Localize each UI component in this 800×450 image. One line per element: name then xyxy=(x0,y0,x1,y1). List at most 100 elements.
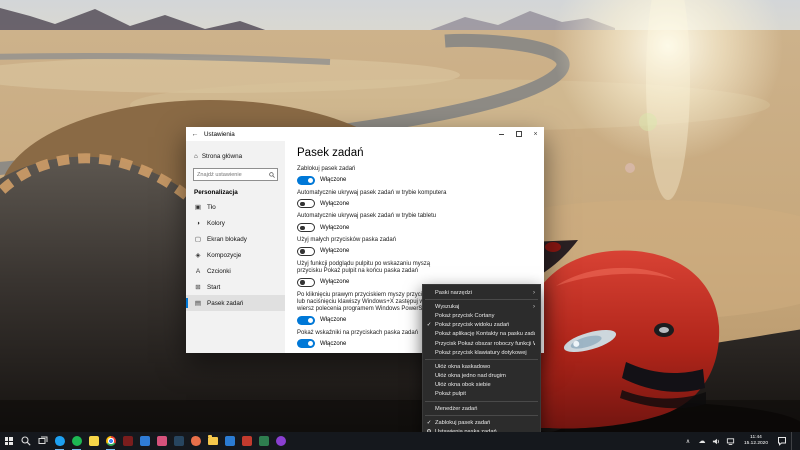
menu-item-check: ✓ xyxy=(426,322,432,329)
sidebar-item-icon: A xyxy=(195,267,201,275)
setting-row: Użyj funkcji podglądu pulpitu po wskazan… xyxy=(297,261,449,287)
toggle-switch[interactable] xyxy=(297,315,315,325)
file-explorer-icon xyxy=(207,435,218,445)
sidebar-item-home[interactable]: ⌂ Strona główna xyxy=(186,149,285,163)
menu-item-label: Ułóż okna jedno nad drugim xyxy=(435,373,506,380)
volume-icon[interactable] xyxy=(711,437,721,446)
context-menu-item[interactable]: Pokaż pulpit xyxy=(423,390,540,399)
pinned-app-app-orange[interactable] xyxy=(187,432,204,450)
toggle-state-label: Wyłączone xyxy=(320,279,350,286)
pinned-app-twitter[interactable] xyxy=(51,432,68,450)
context-menu-item[interactable]: Ułóż okna obok siebie xyxy=(423,381,540,390)
pinned-app-app-maroon[interactable] xyxy=(119,432,136,450)
menu-item-label: Wyszukaj xyxy=(435,303,460,310)
start-button[interactable] xyxy=(0,432,17,450)
submenu-arrow-icon: › xyxy=(533,303,535,310)
app-orange-icon xyxy=(190,436,201,446)
maximize-button[interactable] xyxy=(510,127,527,141)
menu-item-label: Pokaż pulpit xyxy=(435,391,466,398)
home-icon: ⌂ xyxy=(194,152,198,160)
menu-item-label: Pokaż przycisk klawiatury dotykowej xyxy=(435,349,527,356)
pinned-app-spotify[interactable] xyxy=(68,432,85,450)
sidebar-item-czcionki[interactable]: A Czcionki xyxy=(186,263,285,279)
pinned-app-sticky-notes[interactable] xyxy=(85,432,102,450)
minimize-button[interactable] xyxy=(493,127,510,141)
sidebar-item-icon: ▢ xyxy=(194,236,202,243)
toggle-state-label: Wyłączone xyxy=(320,248,350,255)
toggle-state-label: Włączone xyxy=(320,177,347,184)
action-center-button[interactable] xyxy=(777,436,787,446)
toggle-switch[interactable] xyxy=(297,223,315,233)
pinned-app-excel[interactable] xyxy=(255,432,272,450)
spotify-icon xyxy=(71,436,82,446)
context-menu-item[interactable]: Ułóż okna kaskadowo xyxy=(423,362,540,371)
sidebar-item-kolory[interactable]: ◑ Kolory xyxy=(186,215,285,231)
pinned-app-chrome[interactable] xyxy=(102,432,119,450)
toggle-switch[interactable] xyxy=(297,175,315,185)
menu-item-label: Ułóż okna kaskadowo xyxy=(435,363,491,370)
menu-separator xyxy=(425,401,538,403)
page-title: Pasek zadań xyxy=(297,147,364,159)
setting-row: Automatycznie ukrywaj pasek zadań w tryb… xyxy=(297,213,449,233)
pinned-app-mail[interactable] xyxy=(221,432,238,450)
toggle-state-label: Wyłączone xyxy=(320,200,350,207)
context-menu-item[interactable]: Pokaż aplikację Kontakty na pasku zadań xyxy=(423,330,540,339)
network-icon[interactable] xyxy=(725,437,735,446)
context-menu-item[interactable]: Przycisk Pokaż obszar roboczy funkcji Wi… xyxy=(423,339,540,348)
setting-row: Użyj małych przycisków paska zadań Wyłąc… xyxy=(297,237,449,256)
tray-chevron-up-icon[interactable]: ∧ xyxy=(683,438,693,445)
sidebar-item-tło[interactable]: ▣ Tło xyxy=(186,199,285,215)
pinned-app-app-pink[interactable] xyxy=(153,432,170,450)
close-button[interactable]: × xyxy=(527,127,544,141)
toggle-switch[interactable] xyxy=(297,199,315,209)
system-tray: ∧ ☁ 11:44 15.12.2020 xyxy=(683,432,800,450)
context-menu-item[interactable]: Paski narzędzi › xyxy=(423,288,540,297)
chrome-icon xyxy=(105,436,116,446)
context-menu-item[interactable]: ✓ Pokaż przycisk widoku zadań xyxy=(423,321,540,330)
pinned-app-app-navy[interactable] xyxy=(170,432,187,450)
toggle-switch[interactable] xyxy=(297,277,315,287)
sidebar-item-icon: ◑ xyxy=(196,219,200,227)
menu-item-label: Przycisk Pokaż obszar roboczy funkcji Wi… xyxy=(435,340,535,347)
menu-item-label: Pokaż przycisk widoku zadań xyxy=(435,322,510,329)
sidebar-item-icon: ⊞ xyxy=(195,284,201,291)
excel-icon xyxy=(258,436,269,446)
sidebar-item-label: Start xyxy=(207,283,221,291)
show-desktop-button[interactable] xyxy=(791,432,795,450)
setting-label: Zablokuj pasek zadań xyxy=(297,166,356,172)
pinned-app-app-red[interactable] xyxy=(238,432,255,450)
sidebar-item-start[interactable]: ⊞ Start xyxy=(186,279,285,295)
context-menu-item[interactable]: Pokaż przycisk klawiatury dotykowej xyxy=(423,348,540,357)
context-menu-item[interactable]: Menedżer zadań xyxy=(423,404,540,413)
context-menu-item[interactable]: Wyszukaj › xyxy=(423,302,540,311)
context-menu-item[interactable]: ✓ Zablokuj pasek zadań xyxy=(423,418,540,427)
toggle-switch[interactable] xyxy=(297,339,315,349)
setting-label: Automatycznie ukrywaj pasek zadań w tryb… xyxy=(297,189,447,196)
task-view-button[interactable] xyxy=(34,432,51,450)
taskbar: ∧ ☁ 11:44 15.12.2020 xyxy=(0,432,800,450)
toggle-switch[interactable] xyxy=(297,246,315,256)
app-maroon-icon xyxy=(122,436,133,446)
sidebar-item-label: Tło xyxy=(207,203,216,211)
pinned-app-app-purple[interactable] xyxy=(272,432,289,450)
settings-search-input[interactable] xyxy=(194,171,269,178)
taskbar-search-button[interactable] xyxy=(17,432,34,450)
context-menu-item[interactable]: Pokaż przycisk Cortany xyxy=(423,311,540,320)
context-menu-item[interactable]: Ułóż okna jedno nad drugim xyxy=(423,372,540,381)
sidebar-item-icon: ▤ xyxy=(194,300,202,307)
pinned-app-photos[interactable] xyxy=(136,432,153,450)
back-button[interactable]: ← xyxy=(186,131,204,138)
onedrive-icon[interactable]: ☁ xyxy=(697,437,707,445)
search-icon xyxy=(269,171,275,178)
clock[interactable]: 11:44 15.12.2020 xyxy=(739,435,773,446)
windows-logo-icon xyxy=(4,437,13,445)
sidebar-item-ekran-blokady[interactable]: ▢ Ekran blokady xyxy=(186,231,285,247)
sidebar-item-label: Kolory xyxy=(207,219,225,227)
sidebar-item-kompozycje[interactable]: ◈ Kompozycje xyxy=(186,247,285,263)
menu-separator xyxy=(425,415,538,417)
window-title: Ustawienia xyxy=(204,130,235,138)
sidebar-item-pasek-zadań[interactable]: ▤ Pasek zadań xyxy=(186,295,285,311)
menu-item-label: Menedżer zadań xyxy=(435,405,478,412)
setting-label: Użyj małych przycisków paska zadań xyxy=(297,237,397,244)
pinned-app-file-explorer[interactable] xyxy=(204,432,221,450)
